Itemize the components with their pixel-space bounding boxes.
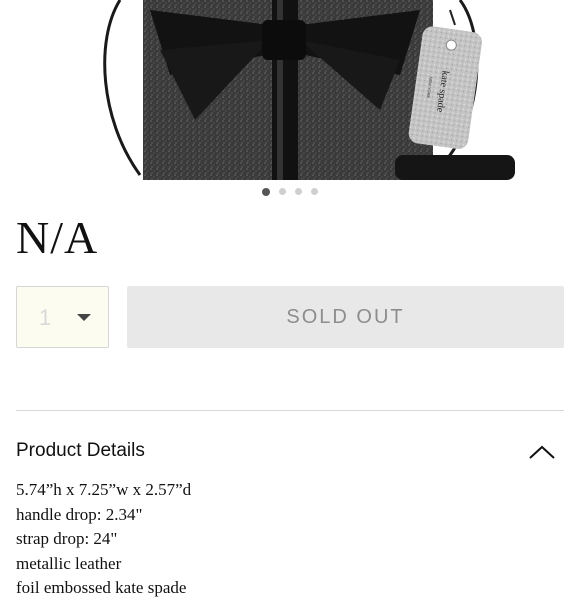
caret-down-icon	[77, 314, 91, 321]
product-image-drawing: kate spade NEW YORK	[103, 0, 515, 180]
sold-out-button[interactable]: SOLD OUT	[127, 286, 564, 348]
spec-dimensions: 5.74”h x 7.25”w x 2.57”d	[16, 480, 192, 499]
carousel-dot-3[interactable]	[295, 188, 302, 195]
carousel-dot-1[interactable]	[262, 187, 270, 196]
spec-strap-drop: strap drop: 24"	[16, 529, 118, 548]
section-divider	[16, 410, 564, 411]
product-image[interactable]: kate spade NEW YORK	[0, 0, 580, 180]
spec-handle-drop: handle drop: 2.34"	[16, 504, 143, 524]
quantity-select[interactable]: 1	[16, 286, 109, 348]
product-price: N/A	[16, 212, 99, 263]
product-specs-list: 5.74”h x 7.25”w x 2.57”d handle drop: 2.…	[16, 478, 191, 601]
spec-material: metallic leather	[16, 553, 122, 573]
carousel-dot-2[interactable]	[279, 188, 286, 195]
carousel-dot-4[interactable]	[311, 188, 318, 195]
product-details-title: Product Details	[16, 440, 145, 461]
product-details-toggle[interactable]: Product Details	[16, 438, 564, 468]
chevron-up-icon	[529, 445, 555, 459]
quantity-value: 1	[39, 305, 52, 330]
image-carousel-dots	[0, 187, 580, 196]
